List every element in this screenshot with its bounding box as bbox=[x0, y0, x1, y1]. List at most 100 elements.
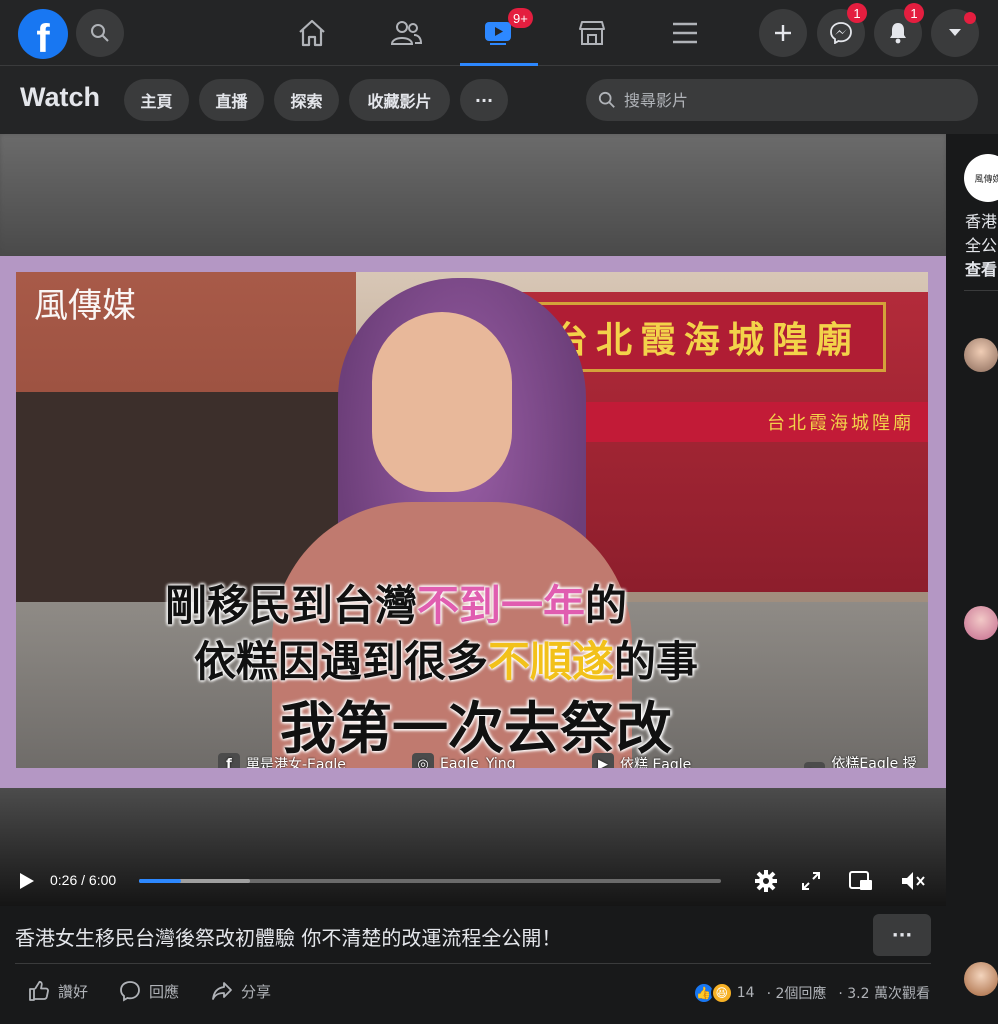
see-more-link[interactable]: 查看 bbox=[965, 256, 997, 280]
fullscreen-icon bbox=[802, 872, 820, 890]
like-label: 讚好 bbox=[58, 982, 89, 1001]
subtitle-2a: 依糕因遇到很多 bbox=[193, 637, 488, 686]
pip-icon bbox=[849, 871, 872, 890]
friends-icon bbox=[390, 21, 422, 45]
subtitle-1b: 不到一年 bbox=[416, 581, 585, 630]
social-youtube: ▶ 依糕 Eagle bbox=[592, 753, 691, 768]
video-blur-background bbox=[0, 134, 946, 256]
social-youtube-text: 依糕 Eagle bbox=[620, 757, 692, 768]
play-button[interactable] bbox=[12, 866, 42, 896]
plus-icon bbox=[775, 25, 791, 41]
mute-button[interactable] bbox=[898, 866, 928, 896]
video-search-input[interactable] bbox=[624, 90, 944, 110]
social-instagram: ◎ Eagle_Ying bbox=[412, 753, 516, 768]
play-circle-icon: ▶ bbox=[804, 762, 826, 768]
tab-live[interactable]: 直播 bbox=[199, 79, 264, 121]
messenger-badge: 1 bbox=[847, 3, 867, 23]
facebook-small-icon: f bbox=[218, 753, 240, 768]
marketplace-icon bbox=[579, 21, 605, 45]
video-title: 香港女生移民台灣後祭改初體驗 你不清楚的改運流程全公開！ bbox=[15, 926, 562, 950]
messenger-button[interactable]: 1 bbox=[817, 3, 867, 57]
video-credit-text: 依糕Eagle 授權 bbox=[831, 756, 917, 768]
search-icon bbox=[91, 24, 109, 42]
reaction-count[interactable]: 14 bbox=[737, 985, 755, 1001]
video-scene: 台北霞海城隍廟 台北霞海城隍廟 風傳媒 剛移民到台灣不到一年的 依糕因遇到很多不… bbox=[16, 272, 928, 768]
nav-tab-friends[interactable] bbox=[367, 0, 445, 66]
share-icon bbox=[212, 982, 232, 1000]
create-button[interactable] bbox=[759, 9, 807, 57]
play-icon bbox=[20, 873, 34, 889]
tab-home[interactable]: 主頁 bbox=[124, 79, 189, 121]
haha-reaction-icon: 😆 bbox=[710, 982, 733, 1004]
views-count: · 3.2 萬次觀看 bbox=[838, 986, 930, 1002]
share-button[interactable]: 分享 bbox=[211, 980, 271, 1002]
page-title: Watch bbox=[20, 82, 100, 112]
subtitle-2b: 不順遂 bbox=[487, 637, 614, 686]
time-total: 6:00 bbox=[88, 872, 117, 888]
like-button[interactable]: 讚好 bbox=[28, 980, 88, 1002]
page-name-line-1: 香港 bbox=[965, 212, 998, 231]
post-more-button[interactable]: ··· bbox=[873, 914, 931, 956]
commenter-avatar[interactable] bbox=[964, 338, 998, 372]
settings-button[interactable] bbox=[751, 866, 781, 896]
top-navigation-bar: f 9+ 1 1 bbox=[0, 0, 998, 66]
facebook-logo-icon[interactable]: f bbox=[18, 9, 68, 59]
page-name-line-2: 全公 bbox=[965, 236, 998, 255]
subtitle-line-2: 依糕因遇到很多不順遂的事 bbox=[126, 628, 766, 689]
subtitle-1a: 剛移民到台灣 bbox=[164, 581, 417, 630]
account-menu-button[interactable] bbox=[931, 9, 979, 57]
subtitle-2c: 的事 bbox=[614, 637, 699, 686]
sidebar-divider bbox=[964, 290, 998, 291]
video-credit: ▶ 依糕Eagle 授權 bbox=[804, 753, 928, 768]
fullscreen-button[interactable] bbox=[796, 866, 826, 896]
time-current: 0:26 bbox=[50, 872, 78, 888]
account-alert-dot bbox=[964, 12, 976, 24]
notifications-button[interactable]: 1 bbox=[874, 3, 924, 57]
time-display: 0:26 / 6:00 bbox=[50, 872, 117, 888]
subtitle-1c: 的 bbox=[585, 581, 628, 630]
volume-muted-icon bbox=[902, 872, 925, 890]
home-icon bbox=[299, 19, 325, 47]
messenger-icon bbox=[830, 22, 852, 44]
video-player[interactable]: 台北霞海城隍廟 台北霞海城隍廟 風傳媒 剛移民到台灣不到一年的 依糕因遇到很多不… bbox=[0, 134, 946, 906]
page-avatar[interactable]: 風傳媒 bbox=[964, 154, 998, 202]
nav-tab-menu[interactable] bbox=[646, 0, 724, 66]
nav-tab-home[interactable] bbox=[273, 0, 351, 66]
watch-badge: 9+ bbox=[508, 8, 533, 28]
commenter-avatar[interactable] bbox=[964, 606, 998, 640]
comments-count[interactable]: · 2個回應 bbox=[767, 983, 827, 1003]
person-face bbox=[372, 312, 512, 492]
nav-tab-watch[interactable]: 9+ bbox=[460, 0, 538, 66]
instagram-icon: ◎ bbox=[412, 753, 434, 768]
tab-explore[interactable]: 探索 bbox=[274, 79, 339, 121]
comment-button[interactable]: 回應 bbox=[119, 980, 179, 1002]
watermark-logo: 風傳媒 bbox=[34, 286, 136, 326]
post-title-row: 香港女生移民台灣後祭改初體驗 你不清楚的改運流程全公開！ ··· bbox=[0, 906, 946, 964]
video-search-box[interactable] bbox=[586, 79, 978, 121]
watch-header: Watch 主頁 直播 探索 收藏影片 ··· bbox=[0, 66, 998, 134]
search-icon bbox=[598, 91, 615, 108]
search-button[interactable] bbox=[76, 9, 124, 57]
tab-saved-videos[interactable]: 收藏影片 bbox=[349, 79, 450, 121]
notifications-badge: 1 bbox=[904, 3, 924, 23]
social-facebook-text: 單是港女-Eagle bbox=[246, 757, 346, 768]
social-facebook: f 單是港女-Eagle bbox=[218, 753, 346, 768]
progress-played bbox=[139, 879, 181, 883]
temple-awning: 台北霞海城隍廟 bbox=[536, 402, 928, 442]
comment-label: 回應 bbox=[149, 982, 180, 1001]
right-sidebar: 風傳媒 香港 全公 查看 bbox=[946, 134, 998, 1024]
commenter-avatar[interactable] bbox=[964, 962, 998, 996]
social-instagram-text: Eagle_Ying bbox=[440, 756, 516, 768]
comment-icon bbox=[120, 981, 140, 1002]
share-label: 分享 bbox=[241, 982, 272, 1001]
youtube-icon: ▶ bbox=[592, 753, 614, 768]
tab-more-button[interactable]: ··· bbox=[460, 79, 508, 121]
bell-icon bbox=[890, 23, 906, 44]
page-avatar-text: 風傳媒 bbox=[974, 174, 998, 185]
progress-bar[interactable] bbox=[139, 879, 721, 883]
nav-tab-marketplace[interactable] bbox=[553, 0, 631, 66]
post-actions: 讚好 回應 分享 👍 😆 14 · 2個回應 · 3.2 萬次觀看 bbox=[0, 964, 946, 1024]
picture-in-picture-button[interactable] bbox=[846, 866, 876, 896]
video-frame: 台北霞海城隍廟 台北霞海城隍廟 風傳媒 剛移民到台灣不到一年的 依糕因遇到很多不… bbox=[0, 256, 946, 788]
thumbs-up-icon bbox=[29, 980, 49, 1001]
